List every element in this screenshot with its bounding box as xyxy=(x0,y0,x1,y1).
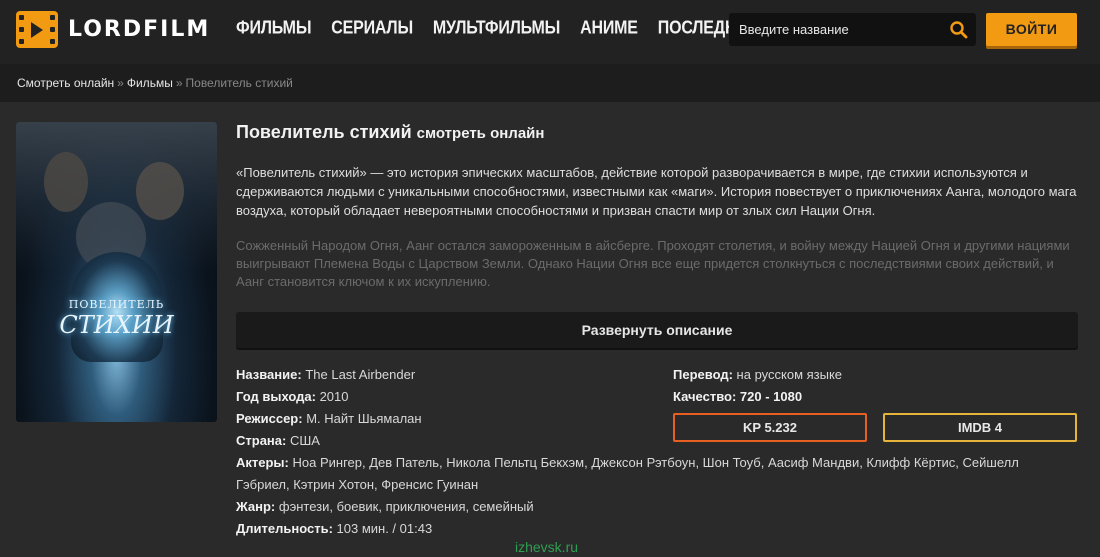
breadcrumb-separator: » xyxy=(175,76,183,90)
movie-title: Повелитель стихий xyxy=(236,122,412,142)
logo-text: LORDFILM xyxy=(68,17,211,42)
movie-info-right: Перевод: на русском языке Качество: 720 … xyxy=(673,364,842,408)
info-row-year: Год выхода: 2010 xyxy=(236,389,349,404)
breadcrumb-separator: » xyxy=(117,76,124,90)
breadcrumb-link-home[interactable]: Смотреть онлайн xyxy=(17,76,114,90)
search-input[interactable] xyxy=(729,13,939,46)
nav-item-cartoons[interactable]: МУЛЬТФИЛЬМЫ xyxy=(433,19,560,40)
watermark: izhevsk.ru xyxy=(515,539,579,555)
info-row-actors: Актеры: Ноа Рингер, Дев Патель, Никола П… xyxy=(236,455,1019,492)
movie-description: «Повелитель стихий» — это история эпичес… xyxy=(236,165,1077,218)
login-button[interactable]: ВОЙТИ xyxy=(986,13,1077,46)
logo[interactable]: LORDFILM xyxy=(16,11,210,48)
nav-item-anime[interactable]: АНИМЕ xyxy=(580,19,638,40)
poster-title-line1: ПОВЕЛИТЕЛЬ xyxy=(68,298,165,311)
imdb-rating-badge[interactable]: IMDB 4 xyxy=(883,413,1077,442)
search-icon[interactable] xyxy=(948,19,970,41)
expand-description-button[interactable]: Развернуть описание xyxy=(236,312,1078,348)
movie-title-suffix: смотреть онлайн xyxy=(416,125,545,142)
page-title: Повелитель стихий смотреть онлайн xyxy=(236,122,1078,143)
nav-item-series[interactable]: СЕРИАЛЫ xyxy=(331,19,413,40)
movie-page: ПОВЕЛИТЕЛЬ СТИХИИ Повелитель стихий смот… xyxy=(0,102,1100,557)
header: LORDFILM ФИЛЬМЫ СЕРИАЛЫ МУЛЬТФИЛЬМЫ АНИМ… xyxy=(0,0,1100,64)
movie-details: Повелитель стихий смотреть онлайн «Повел… xyxy=(236,122,1078,291)
movie-info-list: Название: The Last Airbender Год выхода:… xyxy=(236,364,1066,540)
poster-title-line2: СТИХИИ xyxy=(59,311,174,339)
info-row-quality: Качество: 720 - 1080 xyxy=(673,389,803,404)
info-row-genre: Жанр: фэнтези, боевик, приключения, семе… xyxy=(236,499,534,514)
breadcrumb-link-films[interactable]: Фильмы xyxy=(127,76,173,90)
search-box xyxy=(729,13,976,46)
kinopoisk-rating-badge[interactable]: KP 5.232 xyxy=(673,413,867,442)
breadcrumb-current: Повелитель стихий xyxy=(185,76,293,90)
main-nav: ФИЛЬМЫ СЕРИАЛЫ МУЛЬТФИЛЬМЫ АНИМЕ ПОСЛЕДН… xyxy=(236,19,777,40)
info-row-duration: Длительность: 103 мин. / 01:43 xyxy=(236,521,433,536)
movie-poster: ПОВЕЛИТЕЛЬ СТИХИИ xyxy=(16,122,217,422)
nav-item-films[interactable]: ФИЛЬМЫ xyxy=(236,19,311,40)
breadcrumb: Смотреть онлайн» Фильмы» Повелитель стихий xyxy=(0,64,1100,102)
info-row-title: Название: The Last Airbender xyxy=(236,367,416,382)
movie-description-faded: Сожженный Народом Огня, Аанг остался зам… xyxy=(236,238,1070,289)
info-row-translation: Перевод: на русском языке xyxy=(673,367,843,382)
film-logo-icon xyxy=(16,11,58,48)
